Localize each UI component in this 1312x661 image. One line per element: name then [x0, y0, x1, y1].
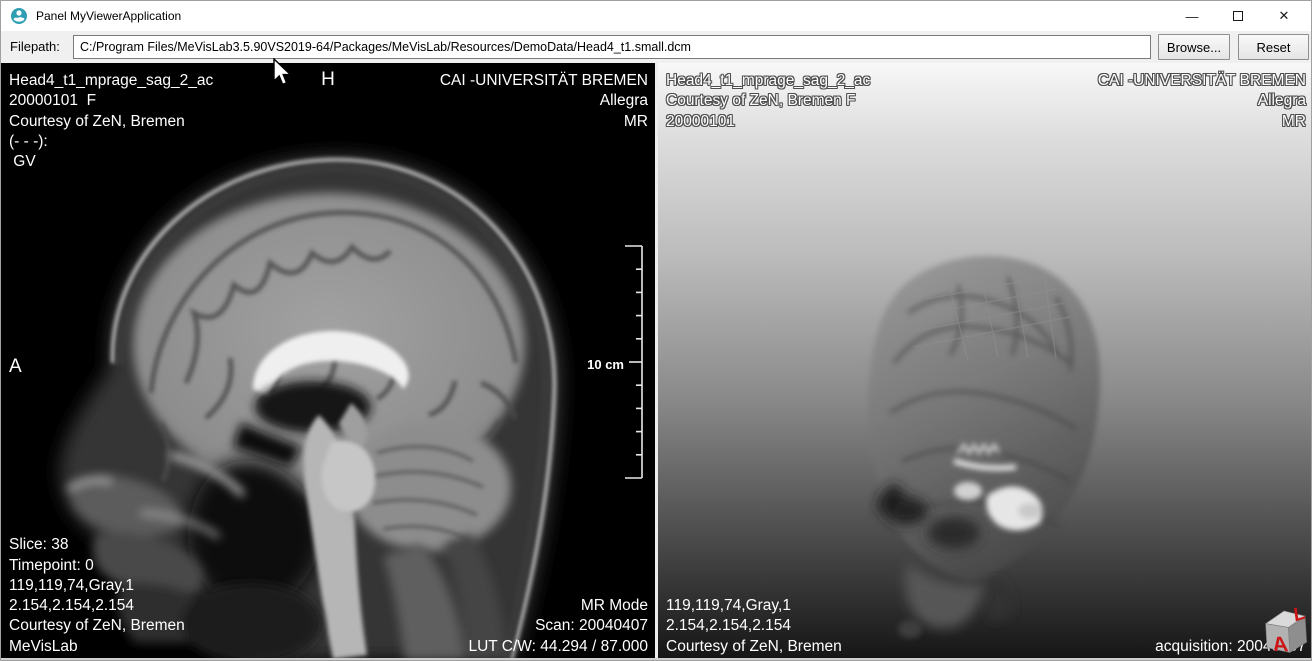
- cube-front-letter: A: [1271, 633, 1290, 656]
- station-name: Allegra: [1098, 91, 1306, 111]
- software-name: MeVisLab: [9, 637, 185, 657]
- maximize-button[interactable]: [1215, 1, 1261, 31]
- patient-name-sex: Courtesy of ZeN, Bremen F: [666, 91, 870, 111]
- app-window: Panel MyViewerApplication — ✕ Filepath: …: [0, 0, 1312, 661]
- timepoint: Timepoint: 0: [9, 556, 185, 576]
- courtesy-line: Courtesy of ZeN, Bremen: [9, 616, 185, 636]
- slice-viewer-2d[interactable]: Head4_t1_mprage_sag_2_ac 20000101 F Cour…: [1, 63, 655, 660]
- maximize-icon: [1233, 11, 1243, 21]
- filepath-toolbar: Filepath: Browse... Reset: [1, 31, 1311, 63]
- window-controls: — ✕: [1169, 1, 1307, 31]
- volume-rendered-head: [658, 63, 1312, 660]
- right-overlay-bottom-left: 119,119,74,Gray,1 2.154,2.154,2.154 Cour…: [666, 596, 842, 657]
- browse-button[interactable]: Browse...: [1158, 34, 1230, 60]
- mouse-cursor-icon: [272, 58, 294, 88]
- left-overlay-bottom-right: MR Mode Scan: 20040407 LUT C/W: 44.294 /…: [468, 596, 648, 657]
- filepath-input[interactable]: [73, 35, 1151, 59]
- image-dimensions: 119,119,74,Gray,1: [9, 576, 185, 596]
- filepath-label: Filepath:: [10, 39, 60, 54]
- series-name: Head4_t1_mprage_sag_2_ac: [9, 71, 213, 91]
- title-bar[interactable]: Panel MyViewerApplication — ✕: [1, 1, 1311, 31]
- orientation-marker-head: H: [321, 69, 335, 91]
- left-overlay-top-right: CAI -UNIVERSITÄT BREMEN Allegra MR: [440, 71, 648, 132]
- series-name: Head4_t1_mprage_sag_2_ac: [666, 71, 870, 91]
- voxel-size: 2.154,2.154,2.154: [666, 616, 842, 636]
- courtesy-line: Courtesy of ZeN, Bremen: [666, 637, 842, 657]
- viewer-area: Head4_t1_mprage_sag_2_ac 20000101 F Cour…: [1, 63, 1312, 660]
- close-button[interactable]: ✕: [1261, 1, 1307, 31]
- minimize-button[interactable]: —: [1169, 1, 1215, 31]
- scan-date: Scan: 20040407: [468, 616, 648, 636]
- orientation-cube-icon[interactable]: A L: [1259, 607, 1311, 657]
- image-dimensions: 119,119,74,Gray,1: [666, 596, 842, 616]
- mevislab-logo-icon: [10, 7, 28, 25]
- window-bottom-border: [1, 658, 1311, 660]
- study-date-sex: 20000101 F: [9, 91, 213, 111]
- volume-viewer-3d[interactable]: Head4_t1_mprage_sag_2_ac Courtesy of ZeN…: [658, 63, 1312, 660]
- lut-center-width: LUT C/W: 44.294 / 87.000: [468, 637, 648, 657]
- modality: MR: [1098, 112, 1306, 132]
- station-name: Allegra: [440, 91, 648, 111]
- scale-ruler-label: 10 cm: [567, 357, 624, 372]
- institution-name: CAI -UNIVERSITÄT BREMEN: [440, 71, 648, 91]
- cube-side-letter: L: [1292, 607, 1306, 627]
- institution-name: CAI -UNIVERSITÄT BREMEN: [1098, 71, 1306, 91]
- annotation-gv: GV: [9, 152, 213, 172]
- voxel-size: 2.154,2.154,2.154: [9, 596, 185, 616]
- right-overlay-top-left: Head4_t1_mprage_sag_2_ac Courtesy of ZeN…: [666, 71, 870, 132]
- reset-button[interactable]: Reset: [1238, 34, 1309, 60]
- modality: MR: [440, 112, 648, 132]
- right-overlay-top-right: CAI -UNIVERSITÄT BREMEN Allegra MR: [1098, 71, 1306, 132]
- annotation-placeholder: (- - -):: [9, 132, 213, 152]
- slice-number: Slice: 38: [9, 535, 185, 555]
- left-overlay-bottom-left: Slice: 38 Timepoint: 0 119,119,74,Gray,1…: [9, 535, 185, 657]
- orientation-marker-anterior: A: [9, 356, 22, 378]
- patient-name: Courtesy of ZeN, Bremen: [9, 112, 213, 132]
- mode-label: MR Mode: [468, 596, 648, 616]
- left-overlay-top-left: Head4_t1_mprage_sag_2_ac 20000101 F Cour…: [9, 71, 213, 172]
- window-title: Panel MyViewerApplication: [36, 9, 181, 23]
- study-date: 20000101: [666, 112, 870, 132]
